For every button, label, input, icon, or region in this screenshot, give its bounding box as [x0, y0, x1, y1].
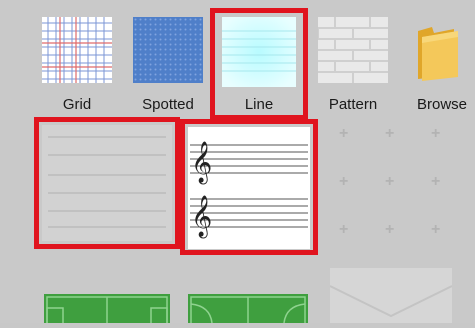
empty-slot-plus-icon[interactable]: + [385, 174, 394, 190]
envelope-icon [329, 268, 453, 323]
empty-slot-plus-icon[interactable]: + [385, 222, 394, 238]
browse-label: Browse [416, 96, 468, 113]
football-field-icon [44, 294, 170, 328]
empty-slot-plus-icon[interactable]: + [385, 126, 394, 142]
pattern-tile[interactable] [317, 17, 388, 83]
grid-paper-icon [42, 17, 112, 83]
pattern-label: Pattern [328, 96, 378, 113]
football-field-tile[interactable] [44, 294, 170, 328]
empty-slot-plus-icon[interactable]: + [339, 174, 348, 190]
envelope-tile[interactable] [329, 268, 453, 323]
basketball-court-tile[interactable] [188, 294, 308, 328]
basketball-court-icon [188, 294, 308, 328]
line-selection-highlight [210, 8, 308, 120]
spotted-tile[interactable] [133, 17, 203, 83]
empty-slot-plus-icon[interactable]: + [431, 222, 440, 238]
paper-picker-panel: Grid Spotted Line Pattern Browse 𝄞 𝄞 + +… [0, 0, 475, 328]
empty-slot-plus-icon[interactable]: + [431, 174, 440, 190]
empty-slot-plus-icon[interactable]: + [339, 222, 348, 238]
grid-tile[interactable] [42, 17, 112, 83]
dotted-paper-icon [133, 17, 203, 83]
empty-slot-plus-icon[interactable]: + [431, 126, 440, 142]
music-staff-selection-highlight [180, 119, 318, 255]
empty-slot-plus-icon[interactable]: + [339, 126, 348, 142]
folder-icon [418, 27, 458, 81]
spotted-label: Spotted [142, 96, 194, 113]
browse-tile[interactable] [410, 17, 466, 83]
grid-label: Grid [62, 96, 92, 113]
brick-pattern-icon [317, 17, 388, 83]
ruled-lines-selection-highlight [34, 117, 180, 249]
